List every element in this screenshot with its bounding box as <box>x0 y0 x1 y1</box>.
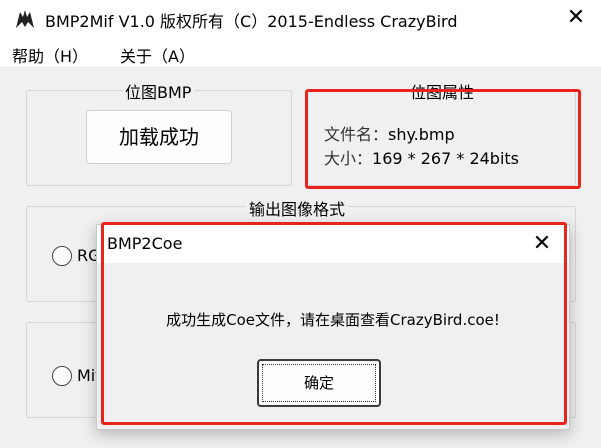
output-format-group-label: 输出图像格式 <box>246 196 349 220</box>
properties-highlight-box <box>305 89 581 189</box>
mif-radio[interactable] <box>52 366 72 386</box>
menu-about[interactable]: 关于（A） <box>120 43 195 67</box>
bitmap-group-label: 位图BMP <box>122 79 195 103</box>
menu-help[interactable]: 帮助（H） <box>12 43 88 67</box>
load-bitmap-button[interactable]: 加载成功 <box>86 110 232 164</box>
rgb-radio-label: RGB <box>77 246 97 265</box>
rgb-radio[interactable] <box>52 246 72 266</box>
menu-bar: 帮助（H） 关于（A） <box>0 38 601 68</box>
crazybird-logo-icon <box>16 10 34 28</box>
mif-radio-label: Mif <box>77 366 97 385</box>
window-titlebar: BMP2Mif V1.0 版权所有（C）2015-Endless CrazyBi… <box>0 0 601 38</box>
dialog-highlight-box <box>101 222 567 425</box>
window-title: BMP2Mif V1.0 版权所有（C）2015-Endless CrazyBi… <box>45 12 458 31</box>
window-close-button[interactable]: ✕ <box>560 4 592 32</box>
